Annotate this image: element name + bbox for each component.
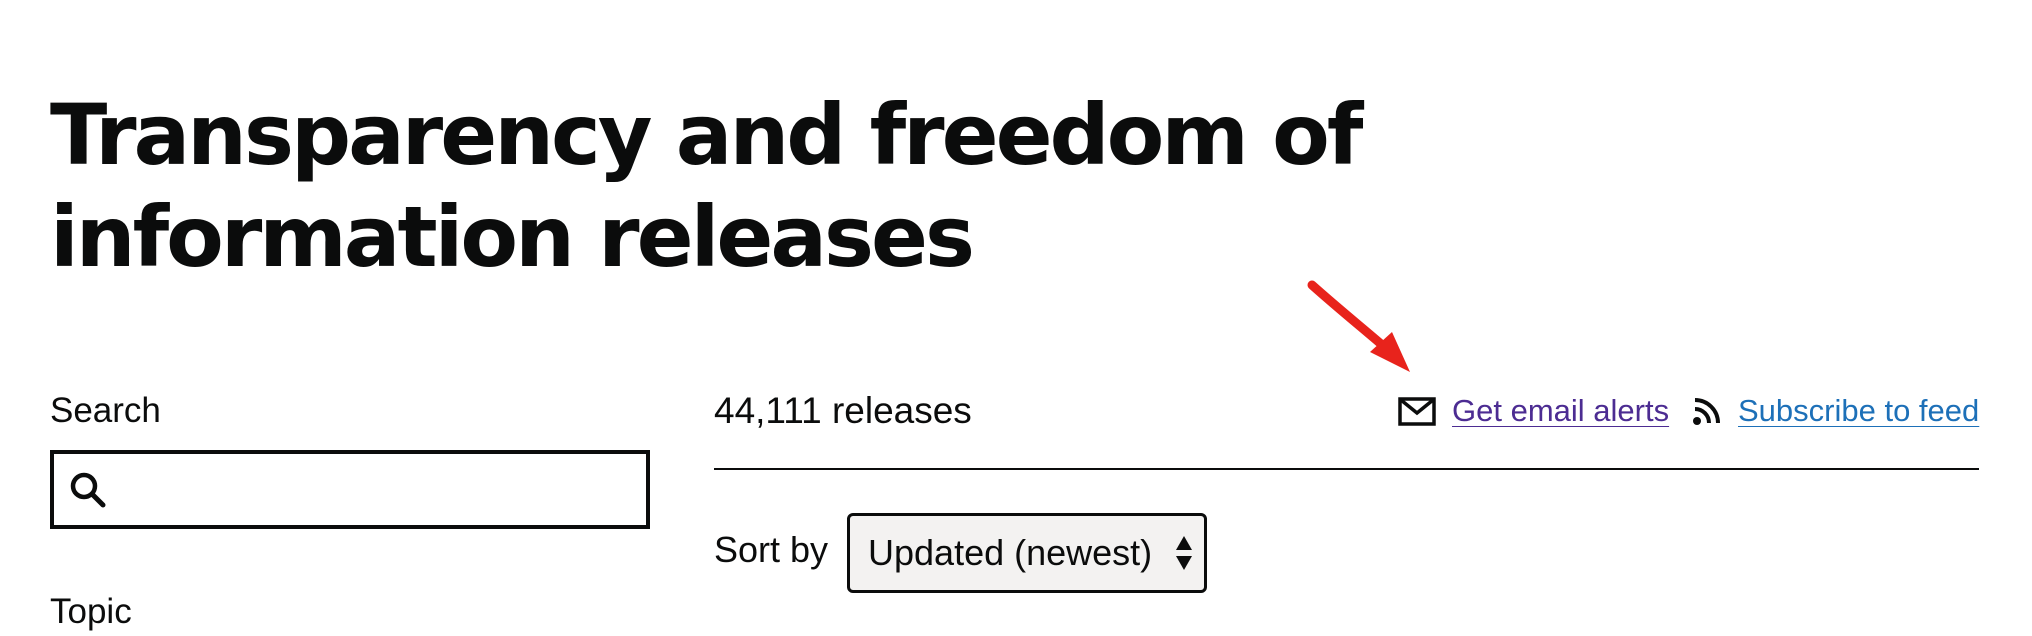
rss-icon (1693, 398, 1720, 425)
email-alerts-label: Get email alerts (1452, 393, 1670, 428)
sort-label: Sort by (714, 529, 829, 570)
sort-select[interactable]: Updated (newest) (847, 513, 1207, 593)
subscribe-feed-link[interactable]: Subscribe to feed (1692, 391, 1979, 431)
search-input[interactable] (108, 454, 646, 525)
email-alerts-link[interactable]: Get email alerts (1398, 391, 1669, 431)
results-divider (714, 468, 1979, 470)
search-label: Search (50, 391, 161, 430)
search-box[interactable] (50, 450, 650, 529)
select-arrows-icon (1176, 536, 1192, 570)
topic-label: Topic (50, 592, 132, 631)
results-count: 44,111 releases (714, 390, 972, 431)
envelope-icon (1398, 396, 1436, 426)
sort-selected-value: Updated (newest) (868, 532, 1153, 573)
subscribe-feed-label: Subscribe to feed (1738, 393, 1980, 428)
page-title: Transparency and freedom of information … (50, 86, 1363, 286)
search-icon (70, 472, 106, 507)
